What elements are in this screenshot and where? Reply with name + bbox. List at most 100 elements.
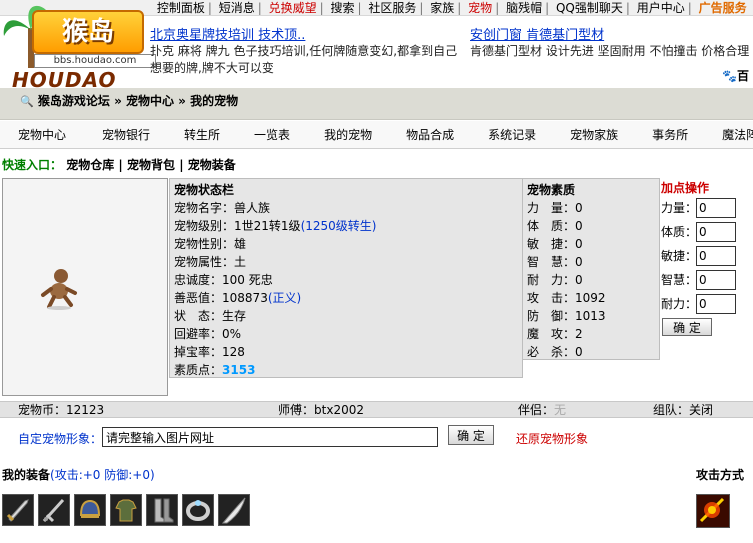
logo-banner: 猴岛 — [32, 10, 144, 54]
tab-my-pet[interactable]: 我的宠物 — [324, 126, 372, 143]
pet-status-panel: 宠物状态栏 宠物名字：兽人族 宠物级别：1世21转1级(1250级转生) 宠物性… — [169, 178, 523, 378]
attr-wisdom: 智 慧：0 — [527, 255, 583, 269]
quick-link-warehouse[interactable]: 宠物仓库 — [66, 158, 114, 172]
tab-pet-family[interactable]: 宠物家族 — [570, 126, 618, 143]
ad-1-text: 扑克 麻将 牌九 色子技巧培训,任何牌随意变幻,都拿到自己想要的牌,牌不大可以变 — [150, 44, 458, 75]
boots-icon — [154, 498, 174, 523]
quick-sep: | — [179, 158, 184, 172]
ad-2-title[interactable]: 安创门窗 肯德基门型材 — [470, 24, 753, 43]
search-icon: 🔍 — [20, 95, 34, 108]
attr-defense: 防 御：1013 — [527, 309, 606, 323]
attack-mode-slot[interactable] — [696, 494, 730, 528]
paw-icon: 🐾 — [722, 69, 737, 83]
equip-slot-blade[interactable] — [218, 494, 250, 526]
quick-links: 快速入口： 宠物仓库 | 宠物背包 | 宠物装备 — [2, 156, 236, 173]
status-row-gender: 宠物性别：雄 — [174, 237, 247, 251]
status-row-state: 状 态：生存 — [174, 309, 247, 323]
status-row-level: 宠物级别：1世21转1级(1250级转生) — [174, 219, 377, 233]
topnav-family[interactable]: 家族 — [427, 1, 457, 15]
status-row-karma: 善恶值：108873(正义) — [174, 291, 302, 305]
add-points-confirm-button[interactable]: 确 定 — [662, 318, 712, 336]
restore-image-link[interactable]: 还原宠物形象 — [516, 430, 588, 447]
add-points-header: 加点操作 — [661, 181, 710, 195]
equip-slot-boots[interactable] — [146, 494, 178, 526]
tab-rebirth[interactable]: 转生所 — [184, 126, 220, 143]
custom-image-row: 自定宠物形象： 确 定 还原宠物形象 — [0, 420, 753, 454]
equip-slot-dagger[interactable] — [38, 494, 70, 526]
attr-endurance: 耐 力：0 — [527, 273, 583, 287]
add-strength-input[interactable] — [696, 198, 736, 218]
add-wisdom-label: 智慧： — [661, 273, 698, 287]
topnav-exchange[interactable]: 兑换威望 — [266, 1, 320, 15]
equip-slot-armor[interactable] — [110, 494, 142, 526]
attr-critical: 必 杀：0 — [527, 345, 583, 359]
equip-slot-ring[interactable] — [182, 494, 214, 526]
topnav-ad-service[interactable]: 广告服务 — [696, 1, 750, 15]
equipment-title-text: 我的装备 — [2, 468, 51, 482]
ad-1-title[interactable]: 北京奥星牌技培训 技术顶.. — [150, 24, 460, 43]
status-header: 宠物状态栏 — [174, 183, 235, 197]
add-constitution-input[interactable] — [696, 222, 736, 242]
quick-sep: | — [118, 158, 123, 172]
status-row-element: 宠物属性：土 — [174, 255, 247, 269]
ring-icon — [186, 500, 210, 521]
custom-image-url-input[interactable] — [102, 427, 438, 447]
topnav-control-panel[interactable]: 控制面板 — [154, 1, 208, 15]
breadcrumb: 🔍 猴岛游戏论坛 » 宠物中心 » 我的宠物 — [20, 92, 238, 109]
pet-info-bar: 宠物币：12123 师傅：btx2002 伴侣：无 组队：关闭 — [0, 401, 753, 418]
equip-slot-sword[interactable] — [2, 494, 34, 526]
attr-magic-attack: 魔 攻：2 — [527, 327, 583, 341]
equip-slot-helmet[interactable] — [74, 494, 106, 526]
add-agility-input[interactable] — [696, 246, 736, 266]
status-row-loyalty: 忠诚度：100 死忠 — [174, 273, 273, 287]
quick-link-backpack[interactable]: 宠物背包 — [127, 158, 175, 172]
add-points-panel: 加点操作 力量： 体质： 敏捷： 智慧： 耐力： 确 定 — [660, 178, 753, 338]
quick-link-equipment[interactable]: 宠物装备 — [188, 158, 236, 172]
rebirth-level-link[interactable]: (1250级转生) — [301, 219, 377, 233]
pet-partner: 伴侣：无 — [518, 403, 567, 417]
topnav-pets[interactable]: 宠物 — [465, 1, 495, 15]
pet-attributes-panel: 宠物素质 力 量：0 体 质：0 敏 捷：0 智 慧：0 耐 力：0 攻 击：1… — [522, 178, 660, 360]
attrs-header: 宠物素质 — [527, 183, 576, 197]
ad-block-2[interactable]: 安创门窗 肯德基门型材 肯德基门型材 设计先进 坚固耐用 不怕撞击 价格合理 — [470, 24, 753, 60]
attr-agility: 敏 捷：0 — [527, 237, 583, 251]
add-endurance-label: 耐力： — [661, 297, 698, 311]
fire-attack-icon — [699, 497, 725, 523]
add-strength-label: 力量： — [661, 201, 698, 215]
tab-synthesis[interactable]: 物品合成 — [406, 126, 454, 143]
karma-type-link[interactable]: (正义) — [268, 291, 301, 305]
tab-magic-circle[interactable]: 魔法阵 — [722, 126, 753, 143]
site-logo[interactable]: 猴岛 bbs.houdao.com HOUDAO — [2, 2, 156, 92]
add-endurance-input[interactable] — [696, 294, 736, 314]
equipment-title: 我的装备(攻击:+0 防御:+0) — [2, 466, 155, 483]
pet-figure-icon — [41, 269, 77, 310]
topnav-user-center[interactable]: 用户中心 — [634, 1, 688, 15]
equipment-stats: (攻击:+0 防御:+0) — [50, 468, 155, 482]
ad-block-1[interactable]: 北京奥星牌技培训 技术顶.. 扑克 麻将 牌九 色子技巧培训,任何牌随意变幻,都… — [150, 24, 460, 77]
custom-image-confirm-button[interactable]: 确 定 — [448, 425, 494, 445]
logo-url: bbs.houdao.com — [34, 54, 156, 68]
tab-overview[interactable]: 一览表 — [254, 126, 290, 143]
pet-main-nav: 宠物中心 宠物银行 转生所 一览表 我的宠物 物品合成 系统记录 宠物家族 事务… — [0, 121, 753, 149]
add-agility-label: 敏捷： — [661, 249, 698, 263]
tab-records[interactable]: 系统记录 — [488, 126, 536, 143]
attack-mode-title: 攻击方式 — [696, 468, 745, 482]
topnav-qq-chat[interactable]: QQ强制聊天 — [553, 1, 626, 15]
status-row-drop-rate: 掉宝率：128 — [174, 345, 245, 359]
baidu-label: 百 — [736, 69, 749, 83]
topnav-community[interactable]: 社区服务 — [365, 1, 419, 15]
tab-office[interactable]: 事务所 — [652, 126, 688, 143]
topnav-hat[interactable]: 脑残帽 — [503, 1, 545, 15]
quick-label: 快速入口： — [2, 158, 63, 172]
helmet-icon — [79, 499, 101, 518]
blade-icon — [221, 497, 246, 524]
baidu-link[interactable]: 🐾百 — [722, 67, 749, 84]
status-row-points: 素质点：3153 — [174, 363, 256, 377]
quality-points-value: 3153 — [222, 363, 256, 377]
tab-pet-center[interactable]: 宠物中心 — [18, 126, 66, 143]
breadcrumb-text[interactable]: 猴岛游戏论坛 » 宠物中心 » 我的宠物 — [38, 94, 238, 108]
topnav-messages[interactable]: 短消息 — [216, 1, 258, 15]
tab-pet-bank[interactable]: 宠物银行 — [102, 126, 150, 143]
topnav-search[interactable]: 搜索 — [328, 1, 358, 15]
add-wisdom-input[interactable] — [696, 270, 736, 290]
